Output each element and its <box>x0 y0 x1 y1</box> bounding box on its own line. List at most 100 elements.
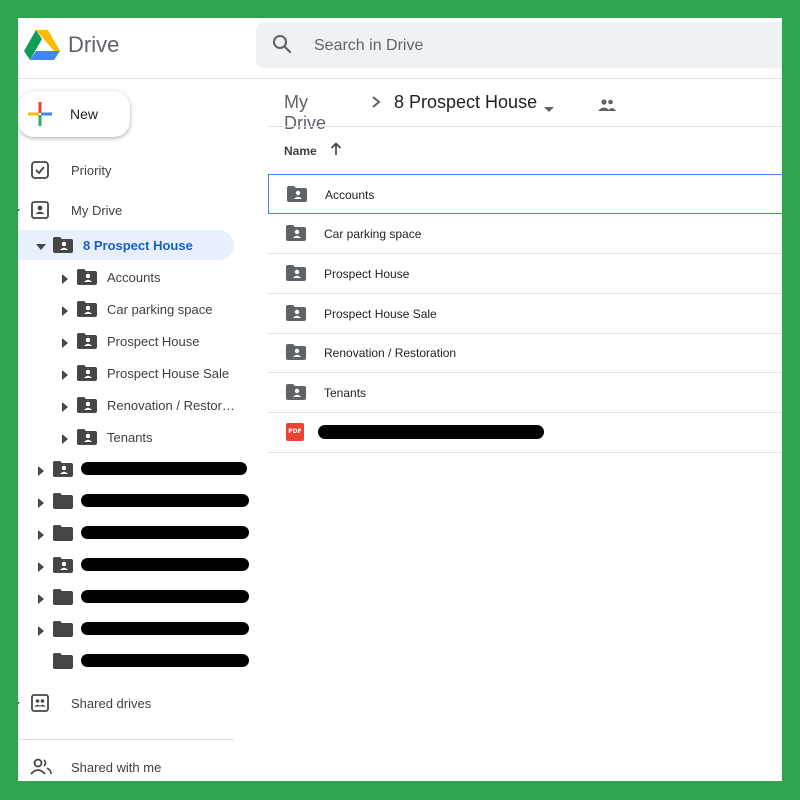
expand-arrow-icon[interactable] <box>37 496 44 511</box>
shared-folder-icon <box>77 269 97 288</box>
shared-drives-icon <box>30 693 50 716</box>
shortcut-folder-icon <box>51 653 73 674</box>
redaction-bar <box>81 558 249 571</box>
pdf-badge-text: PDF <box>288 428 302 435</box>
expand-arrow-icon[interactable] <box>37 528 44 543</box>
tree-item-label: Prospect House Sale <box>107 366 230 381</box>
redaction-bar <box>81 654 249 667</box>
breadcrumb-my-drive[interactable]: My Drive <box>284 92 326 134</box>
chevron-right-icon <box>371 93 381 114</box>
file-row-name: Prospect House <box>324 267 410 281</box>
sidebar-item-priority[interactable]: Priority <box>18 155 248 185</box>
sort-ascending-icon[interactable] <box>330 142 342 159</box>
tree-item-redacted[interactable] <box>18 582 249 612</box>
app-title: Drive <box>68 32 120 57</box>
tree-item-label: 8 Prospect House <box>83 238 193 253</box>
expand-arrow-icon[interactable] <box>61 400 68 415</box>
search-input[interactable] <box>312 22 736 70</box>
tree-item-redacted[interactable] <box>18 614 249 644</box>
plus-icon <box>28 102 52 131</box>
shared-folder-icon <box>286 384 306 405</box>
expand-arrow-icon[interactable] <box>61 304 68 319</box>
name-column-header[interactable]: Name <box>284 142 342 158</box>
search-bar[interactable] <box>256 22 782 70</box>
file-row-name: Accounts <box>325 188 375 202</box>
collapse-arrow-icon[interactable] <box>36 240 46 255</box>
shared-people-icon[interactable] <box>598 96 616 117</box>
sidebar-item-shared-drives[interactable]: Shared drives <box>18 688 248 718</box>
column-header-label: Name <box>284 144 317 158</box>
new-button-label: New <box>70 106 99 122</box>
folder-icon <box>53 621 73 640</box>
tree-item-label: Car parking space <box>107 302 213 317</box>
my-drive-icon <box>30 200 50 223</box>
tree-item-label: Accounts <box>107 270 161 285</box>
breadcrumb-current-folder[interactable]: 8 Prospect House <box>394 92 537 113</box>
tree-item-label: Tenants <box>107 430 153 445</box>
shared-folder-icon <box>77 429 97 448</box>
file-row[interactable]: Tenants <box>268 373 782 413</box>
tree-item[interactable]: Prospect House Sale <box>18 358 248 388</box>
priority-icon <box>30 160 50 183</box>
tree-item-label: Prospect House <box>107 334 200 349</box>
folder-icon <box>53 525 73 544</box>
tree-item[interactable]: Car parking space <box>18 294 248 324</box>
redaction-bar <box>81 526 249 539</box>
tree-item-redacted[interactable] <box>18 454 248 484</box>
dropdown-arrow-icon[interactable] <box>544 97 554 118</box>
shared-folder-icon <box>286 305 306 326</box>
expand-arrow-icon[interactable] <box>61 336 68 351</box>
expand-arrow-icon[interactable] <box>37 560 44 575</box>
shared-folder-icon <box>77 397 97 416</box>
file-row[interactable]: Prospect House Sale <box>268 294 782 334</box>
sidebar-item-shared-with-me[interactable]: Shared with me <box>18 752 248 781</box>
drive-logo-icon[interactable] <box>24 29 60 66</box>
expand-arrow-icon[interactable] <box>61 432 68 447</box>
shared-folder-icon <box>77 333 97 352</box>
file-row[interactable]: Car parking space <box>268 214 782 254</box>
sidebar-item-label: Shared drives <box>71 696 152 711</box>
tree-item-8-prospect-house[interactable]: 8 Prospect House <box>18 230 234 260</box>
sidebar-item-label: My Drive <box>71 203 123 218</box>
tree-item-redacted[interactable] <box>18 646 249 676</box>
shared-folder-icon <box>77 365 97 384</box>
tree-item-redacted[interactable] <box>18 486 249 516</box>
tree-item-redacted[interactable] <box>18 518 249 548</box>
shared-folder-icon <box>286 265 306 286</box>
shared-folder-icon <box>53 237 73 256</box>
expand-arrow-icon[interactable] <box>18 697 20 712</box>
expand-arrow-icon[interactable] <box>37 592 44 607</box>
people-icon <box>30 757 52 780</box>
expand-arrow-icon[interactable] <box>61 368 68 383</box>
tree-item[interactable]: Tenants <box>18 422 248 452</box>
tree-item[interactable]: Prospect House <box>18 326 248 356</box>
shared-folder-icon <box>287 186 307 207</box>
redaction-bar <box>81 590 249 603</box>
new-button[interactable]: New <box>18 91 130 137</box>
expand-arrow-icon[interactable] <box>18 204 20 219</box>
folder-icon <box>53 493 73 512</box>
sidebar-item-label: Shared with me <box>71 760 162 775</box>
sidebar-item-my-drive[interactable]: My Drive <box>18 195 248 225</box>
expand-arrow-icon[interactable] <box>37 624 44 639</box>
expand-arrow-icon[interactable] <box>37 464 44 479</box>
pdf-icon: PDF <box>286 423 304 446</box>
file-row-name: Renovation / Restoration <box>324 346 457 360</box>
shared-folder-icon <box>286 225 306 246</box>
file-row-name: Prospect House Sale <box>324 307 437 321</box>
top-bar: Drive <box>18 18 782 79</box>
file-row-name: Car parking space <box>324 227 422 241</box>
expand-arrow-icon[interactable] <box>61 272 68 287</box>
file-row[interactable]: Accounts <box>268 174 782 214</box>
sidebar-divider <box>18 739 234 740</box>
file-row-pdf[interactable]: PDF <box>268 413 782 453</box>
search-icon[interactable] <box>272 34 292 59</box>
file-row[interactable]: Renovation / Restoration <box>268 333 782 373</box>
tree-item[interactable]: Renovation / Restor… <box>18 390 248 420</box>
shared-folder-icon <box>286 344 306 365</box>
file-row[interactable]: Prospect House <box>268 254 782 294</box>
drive-window: Drive New Priority My Dri <box>18 18 782 781</box>
shared-folder-icon <box>53 461 73 480</box>
tree-item[interactable]: Accounts <box>18 262 248 292</box>
tree-item-redacted[interactable] <box>18 550 249 580</box>
